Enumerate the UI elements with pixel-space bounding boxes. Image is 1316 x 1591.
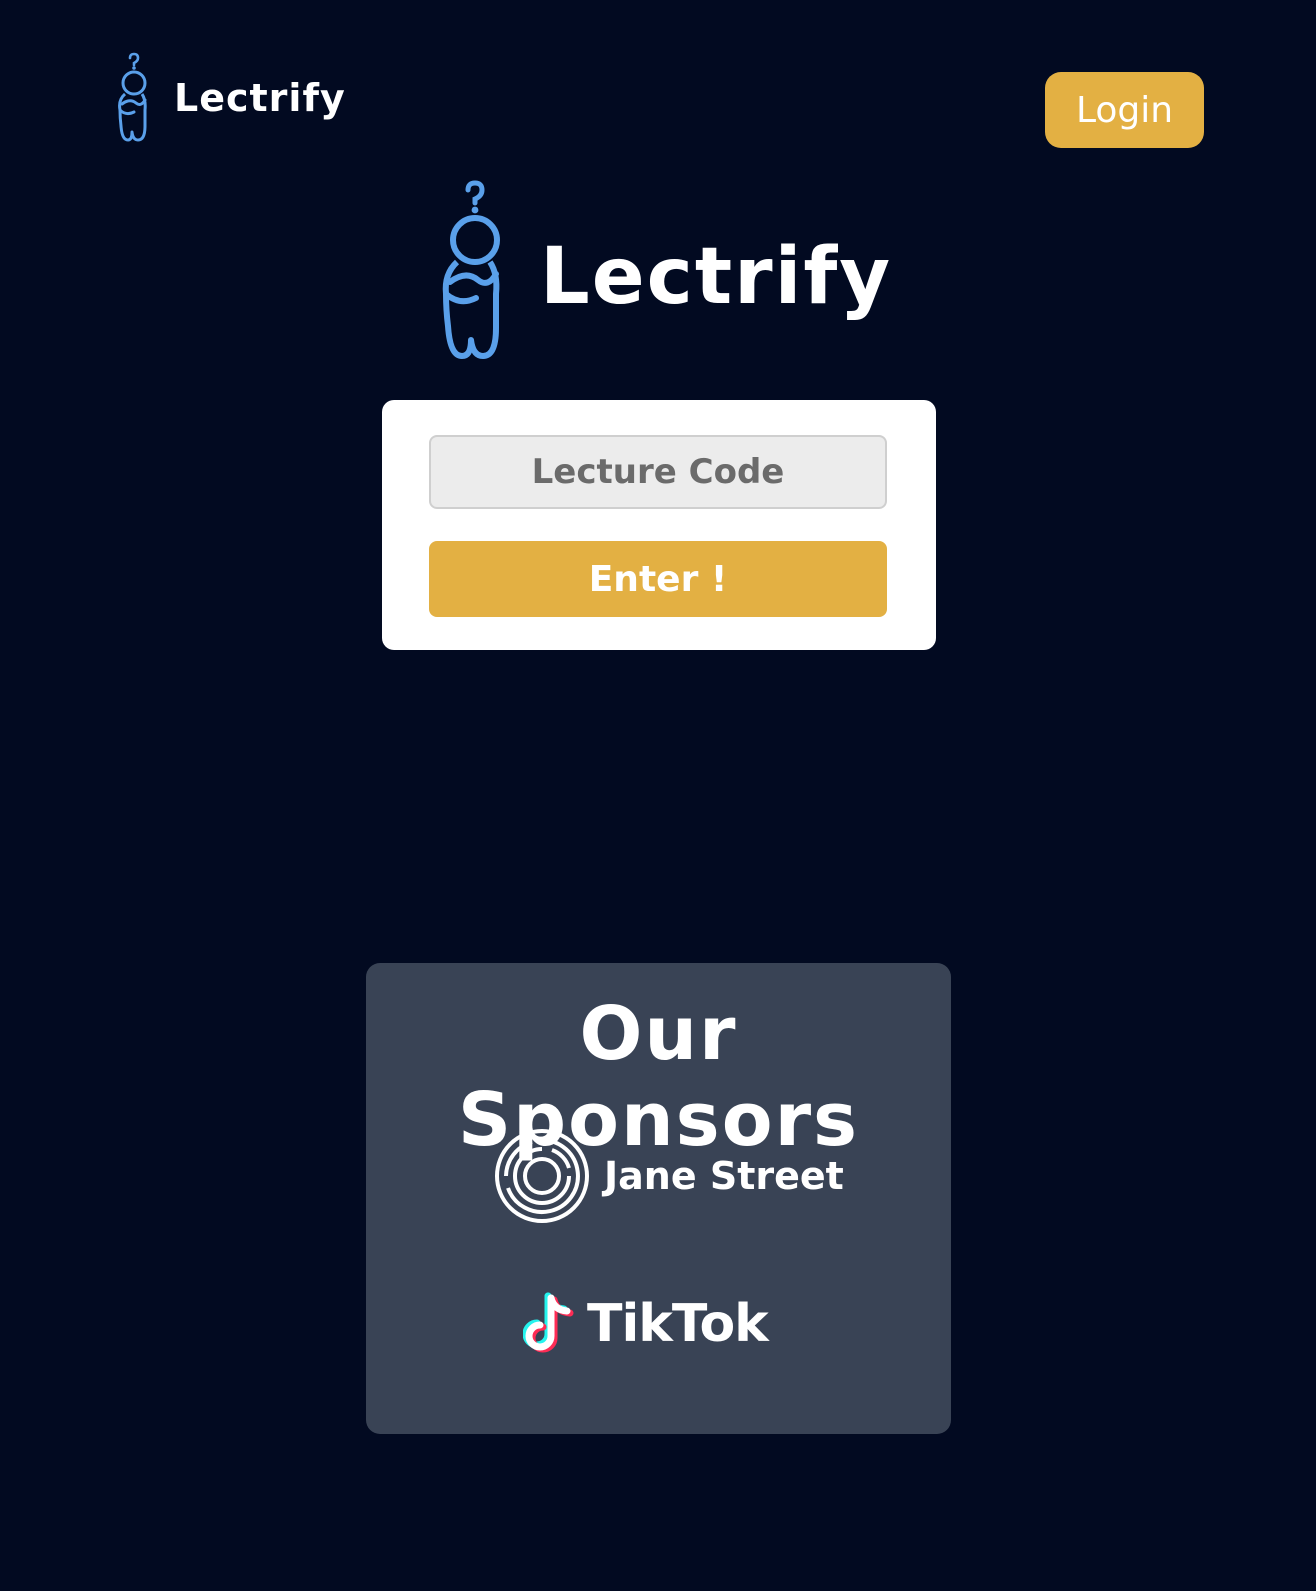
nav-brand-name: Lectrify: [174, 76, 346, 120]
jane-street-logo-icon: [495, 1129, 589, 1223]
hero-logo: Lectrify: [438, 180, 892, 364]
tiktok-note-icon: [523, 1292, 574, 1353]
lecture-code-input[interactable]: [429, 435, 887, 509]
nav-logo[interactable]: Lectrify: [114, 52, 346, 144]
hero-brand-name: Lectrify: [540, 232, 893, 322]
sponsor-name: TikTok: [587, 1294, 769, 1354]
sponsors-panel: Our Sponsors Jane Street TikTok: [366, 963, 951, 1434]
enter-button[interactable]: Enter !: [429, 541, 887, 617]
sponsor-tiktok[interactable]: TikTok: [523, 1292, 769, 1356]
lecture-join-card: Enter !: [382, 400, 936, 650]
thinking-figure-icon: [442, 180, 500, 359]
thinking-figure-icon: [118, 52, 147, 142]
sponsor-name: Jane Street: [604, 1154, 844, 1198]
sponsor-jane-street[interactable]: Jane Street: [494, 1128, 844, 1224]
login-button[interactable]: Login: [1045, 72, 1204, 148]
